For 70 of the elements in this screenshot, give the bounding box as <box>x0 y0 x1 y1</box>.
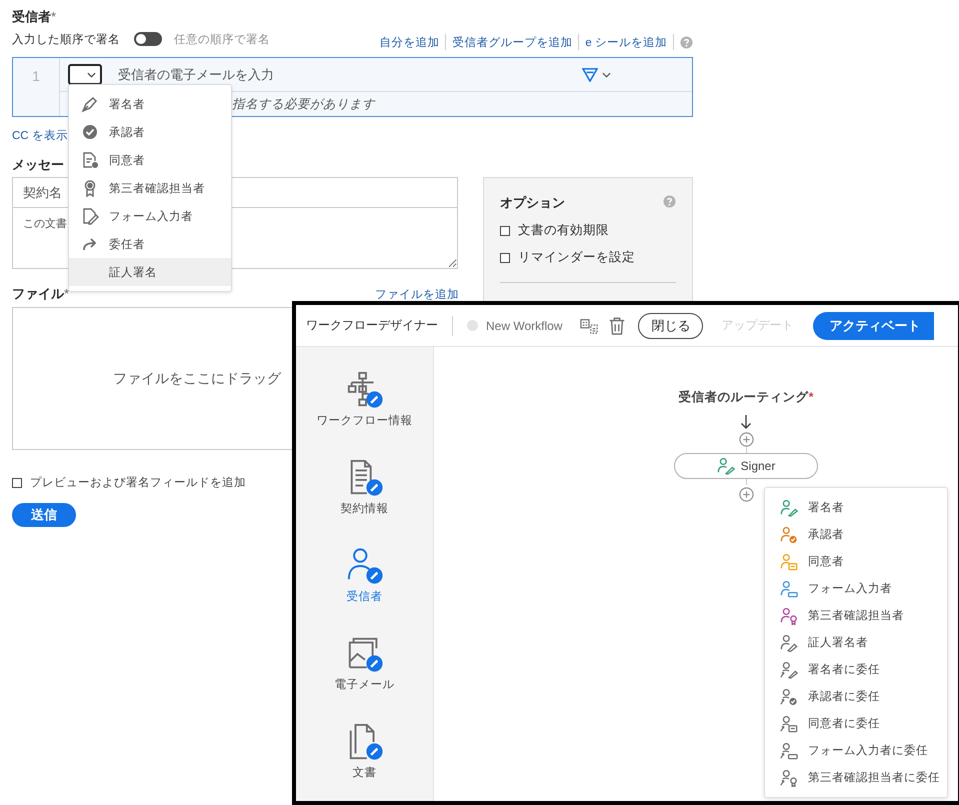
nav-item[interactable]: 契約情報 <box>310 459 420 528</box>
menu-item[interactable]: 第三者確認担当者 <box>69 174 231 202</box>
section-title: 受信者 <box>12 9 51 24</box>
checkbox[interactable] <box>500 252 510 262</box>
caret-icon <box>602 72 611 78</box>
menu-item[interactable]: 承認者 <box>69 118 231 146</box>
order-toggle[interactable] <box>134 32 162 46</box>
section-title: ファイル <box>12 286 64 301</box>
menu-item[interactable]: 同意者に委任 <box>765 710 947 737</box>
check-circle-icon <box>81 123 99 141</box>
checkbox[interactable] <box>12 478 22 488</box>
authentication-dropdown[interactable] <box>582 68 611 82</box>
activate-button[interactable]: アクティベート <box>813 312 934 340</box>
add-link[interactable]: 自分を追加 <box>379 34 440 50</box>
required-mark: * <box>51 9 56 24</box>
menu-item[interactable]: 署名者に委任 <box>765 656 947 683</box>
signer-node[interactable]: Signer <box>674 453 818 479</box>
menu-item[interactable]: 同意者 <box>69 146 231 174</box>
nav-item[interactable]: 文書 <box>310 723 420 792</box>
add-link[interactable]: e シールを追加 <box>585 34 667 50</box>
nav-item[interactable]: ワークフロー情報 <box>310 371 420 440</box>
trash-icon[interactable] <box>608 316 626 334</box>
required-mark: * <box>64 286 70 301</box>
add-icon[interactable] <box>738 432 754 447</box>
menu-item[interactable]: 承認者に委任 <box>765 683 947 710</box>
option-label: 文書の有効期限 <box>518 222 609 239</box>
menu-item[interactable]: 証人署名 <box>69 258 231 286</box>
document-check-icon <box>81 151 99 169</box>
nav-item[interactable]: 受信者 <box>310 547 420 616</box>
close-button[interactable]: 閉じる <box>638 312 704 338</box>
menu-item[interactable]: 委任者 <box>69 230 231 258</box>
row-number: 1 <box>32 68 40 86</box>
option-label: リマインダーを設定 <box>518 249 635 266</box>
menu-item[interactable]: 同意者 <box>765 548 947 575</box>
checkbox[interactable] <box>500 226 510 236</box>
caret-icon <box>87 72 96 78</box>
nav-item[interactable]: 電子メール <box>310 635 420 704</box>
add-file-link[interactable]: ファイルを追加 <box>375 286 459 302</box>
options-title: オプション <box>500 194 565 212</box>
menu-item[interactable]: 第三者確認担当者 <box>765 602 947 629</box>
send-button[interactable]: 送信 <box>12 503 76 527</box>
hierarchy-edit-icon <box>346 371 384 409</box>
status-dot <box>467 320 478 331</box>
window-title: ワークフローデザイナー <box>306 317 438 334</box>
person-edit-icon <box>346 547 384 585</box>
pen-icon <box>81 95 99 113</box>
add-icon[interactable] <box>738 487 754 502</box>
order-label: 任意の順序で署名 <box>174 32 270 46</box>
hint-text: 指名する必要があります <box>232 96 375 112</box>
menu-item[interactable]: 証人署名者 <box>765 629 947 656</box>
document-edit-icon <box>81 207 99 225</box>
menu-item[interactable]: 第三者確認担当者に委任 <box>765 764 947 791</box>
menu-item[interactable]: 署名者 <box>765 494 947 521</box>
menu-item[interactable]: 署名者 <box>69 90 231 118</box>
cc-link[interactable]: CC を表示 <box>12 130 68 142</box>
drop-text: ファイルをここにドラッグ <box>113 370 281 388</box>
section-title: メッセー <box>12 157 64 172</box>
template-icon[interactable] <box>580 316 598 334</box>
routing-title: 受信者のルーティング <box>678 390 809 404</box>
add-link[interactable]: 受信者グループを追加 <box>452 34 572 50</box>
required-mark: * <box>808 390 814 404</box>
menu-item[interactable]: 承認者 <box>765 521 947 548</box>
menu-item[interactable]: フォーム入力者 <box>765 575 947 602</box>
menu-item[interactable]: フォーム入力者に委任 <box>765 737 947 764</box>
order-label: 入力した順序で署名 <box>12 32 120 46</box>
preview-label: プレビューおよび署名フィールドを追加 <box>30 475 246 490</box>
down-arrow-icon <box>740 414 752 430</box>
workflow-name: New Workflow <box>486 318 562 332</box>
role-dropdown[interactable] <box>68 64 102 85</box>
email-field[interactable]: 受信者の電子メールを入力 <box>116 66 560 83</box>
